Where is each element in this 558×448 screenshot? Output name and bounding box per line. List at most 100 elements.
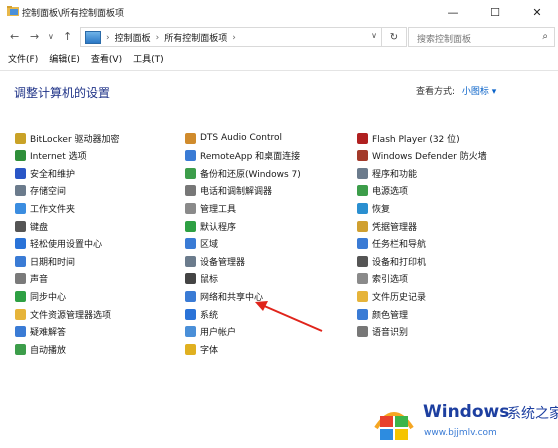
control-panel-item-label: 安全和维护 [30,169,76,180]
default-programs-icon [185,220,196,232]
search-input[interactable]: 搜索控制面板 ⌕ [408,27,555,47]
control-panel-item-label: 设备管理器 [200,257,246,268]
control-panel-item[interactable]: 自动播放 [15,342,66,356]
credential-manager-icon [357,220,368,232]
control-panel-item-label: 鼠标 [200,275,219,286]
control-panel-item[interactable]: 系统 [185,307,218,321]
control-panel-item[interactable]: 文件资源管理器选项 [15,307,111,321]
control-panel-item[interactable]: 设备管理器 [185,254,245,268]
address-dropdown-chevron-icon[interactable]: ∨ [371,31,377,40]
admin-tools-icon [185,202,196,214]
control-panel-item[interactable]: 鼠标 [185,272,218,286]
control-panel-item[interactable]: 电源选项 [357,184,408,198]
firewall-icon [357,150,368,162]
control-panel-item[interactable]: 疑难解答 [15,325,66,339]
chevron-right-icon[interactable]: › [106,33,110,43]
recent-chevron-down-icon[interactable]: ∨ [48,32,54,41]
control-panel-item[interactable]: Windows Defender 防火墙 [357,149,487,163]
control-panel-item[interactable]: 程序和功能 [357,166,417,180]
control-panel-item[interactable]: BitLocker 驱动器加密 [15,131,120,145]
control-panel-item-label: 用户帐户 [200,328,237,339]
control-panel-item[interactable]: 设备和打印机 [357,254,426,268]
control-panel-item-label: 索引选项 [372,275,409,286]
up-arrow-icon[interactable]: ↑ [63,30,72,43]
watermark-brand: Windows [423,402,510,422]
breadcrumb-control-panel[interactable]: 控制面板 [115,31,151,44]
control-panel-item[interactable]: 轻松使用设置中心 [15,237,102,251]
maximize-button[interactable]: ☐ [474,0,516,24]
mouse-icon [185,273,196,285]
control-panel-item[interactable]: 日期和时间 [15,254,75,268]
internet-options-icon [15,150,26,162]
control-panel-item[interactable]: 用户帐户 [185,325,236,339]
watermark-logo: Windows 系统之家 www.bjjmlv.com [370,398,558,445]
control-panel-item[interactable]: Internet 选项 [15,149,87,163]
window-title: 控制面板\所有控制面板项 [22,9,125,19]
file-history-icon [357,290,368,302]
control-panel-item-label: 文件资源管理器选项 [30,310,112,321]
control-panel-item[interactable]: 默认程序 [185,219,236,233]
control-panel-item-label: 电话和调制解调器 [200,187,273,198]
control-panel-item-label: 任务栏和导航 [372,240,427,251]
control-panel-item[interactable]: 工作文件夹 [15,201,75,215]
troubleshooting-icon [15,326,26,338]
fonts-icon [185,343,196,355]
control-panel-item[interactable]: 管理工具 [185,201,236,215]
breadcrumb-all-items[interactable]: 所有控制面板项 [164,31,227,44]
back-arrow-icon[interactable]: ← [10,30,19,43]
menu-view[interactable]: 查看(V) [91,52,122,68]
control-panel-item-label: 默认程序 [200,222,237,233]
power-options-icon [357,185,368,197]
control-panel-item[interactable]: 网络和共享中心 [185,289,263,303]
control-panel-item[interactable]: 区域 [185,237,218,251]
devices-printers-icon [357,255,368,267]
control-panel-item[interactable]: 安全和维护 [15,166,75,180]
control-panel-item[interactable]: 同步中心 [15,289,66,303]
menu-edit[interactable]: 编辑(E) [49,52,80,68]
address-row: ← → ∨ ↑ › 控制面板 › 所有控制面板项 › ∨ ↻ 搜索控制面板 ⌕ [0,26,558,48]
control-panel-app-icon [7,6,19,17]
backup-restore-icon [185,167,196,179]
control-panel-item[interactable]: 语音识别 [357,325,408,339]
control-panel-item[interactable]: 存储空间 [15,184,66,198]
work-folders-icon [15,202,26,214]
control-panel-item[interactable]: Flash Player (32 位) [357,131,460,145]
bitlocker-icon [15,132,26,144]
control-panel-item[interactable]: 颜色管理 [357,307,408,321]
system-icon [185,308,196,320]
menu-tools[interactable]: 工具(T) [133,52,164,68]
chevron-right-icon[interactable]: › [156,33,160,43]
control-panel-item[interactable]: 恢复 [357,201,390,215]
chevron-right-icon[interactable]: › [232,33,236,43]
control-panel-item-label: Windows Defender 防火墙 [372,152,487,163]
menu-bar: 文件(F) 编辑(E) 查看(V) 工具(T) [0,52,558,68]
control-panel-item[interactable]: 键盘 [15,219,48,233]
control-panel-item[interactable]: 索引选项 [357,272,408,286]
control-panel-item[interactable]: RemoteApp 和桌面连接 [185,149,300,163]
forward-arrow-icon[interactable]: → [30,30,39,43]
minimize-button[interactable]: — [432,0,474,24]
control-panel-item[interactable]: 文件历史记录 [357,289,426,303]
control-panel-item-label: 系统 [200,310,219,321]
refresh-button[interactable]: ↻ [381,27,407,47]
control-panel-item[interactable]: 字体 [185,342,218,356]
control-panel-item-label: BitLocker 驱动器加密 [30,134,120,145]
user-accounts-icon [185,326,196,338]
control-panel-item[interactable]: 凭据管理器 [357,219,417,233]
remoteapp-icon [185,150,196,162]
view-by-label: 查看方式: [416,87,456,97]
windows-logo-icon [374,412,414,440]
control-panel-item[interactable]: 任务栏和导航 [357,237,426,251]
programs-features-icon [357,167,368,179]
address-bar[interactable]: › 控制面板 › 所有控制面板项 › ∨ [80,27,382,47]
view-by-dropdown[interactable]: 小图标 ▾ [462,87,496,97]
close-button[interactable]: ✕ [516,0,558,24]
control-panel-item[interactable]: DTS Audio Control [185,131,282,145]
control-panel-item[interactable]: 声音 [15,272,48,286]
control-panel-item[interactable]: 电话和调制解调器 [185,184,272,198]
control-panel-item-label: 字体 [200,345,219,356]
control-panel-item-label: 颜色管理 [372,310,409,321]
control-panel-item[interactable]: 备份和还原(Windows 7) [185,166,301,180]
menu-file[interactable]: 文件(F) [8,52,38,68]
control-panel-item-label: 疑难解答 [30,328,67,339]
